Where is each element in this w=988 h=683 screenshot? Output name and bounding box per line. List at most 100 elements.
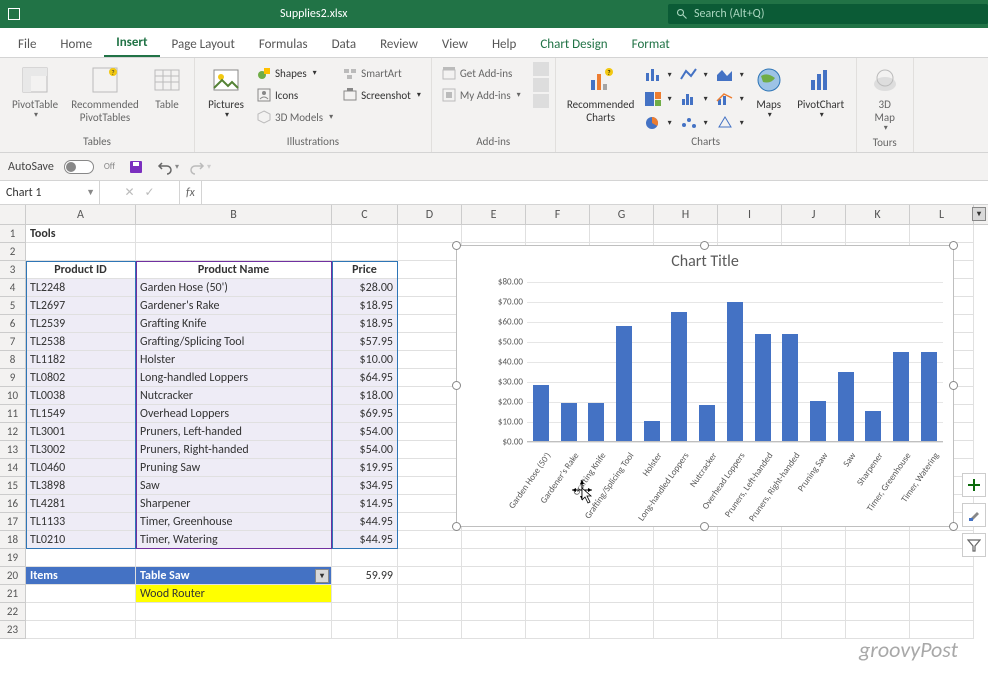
app-menu-icon[interactable] <box>8 8 20 20</box>
bar-12[interactable] <box>865 411 881 441</box>
tab-data[interactable]: Data <box>320 31 369 57</box>
cell-B6[interactable]: Grafting Knife <box>136 315 332 333</box>
row-header-13[interactable]: 13 <box>0 441 26 459</box>
column-header-C[interactable]: C <box>332 205 398 224</box>
column-header-E[interactable]: E <box>462 205 526 224</box>
cell-I22[interactable] <box>718 603 782 621</box>
row-header-12[interactable]: 12 <box>0 423 26 441</box>
cell-E19[interactable] <box>462 549 526 567</box>
cell-D21[interactable] <box>398 585 462 603</box>
stats-chart-button[interactable]: ▾ <box>678 88 710 110</box>
pictures-button[interactable]: Pictures▾ <box>201 62 251 123</box>
combo-chart-button[interactable]: ▾ <box>714 88 746 110</box>
cell-A19[interactable] <box>26 549 136 567</box>
cell-F19[interactable] <box>526 549 590 567</box>
row-header-11[interactable]: 11 <box>0 405 26 423</box>
cell-B9[interactable]: Long-handled Loppers <box>136 369 332 387</box>
worksheet-grid[interactable]: ABCDEFGHIJKL 1Tools23Product IDProduct N… <box>0 205 988 639</box>
column-chart-button[interactable]: ▾ <box>642 64 674 86</box>
chart-styles-button[interactable] <box>962 503 986 527</box>
cell-K1[interactable] <box>846 225 910 243</box>
3d-models-button[interactable]: 3D Models▾ <box>253 106 337 128</box>
cell-B17[interactable]: Timer, Greenhouse <box>136 513 332 531</box>
table-button[interactable]: Table <box>146 62 188 113</box>
cell-F1[interactable] <box>526 225 590 243</box>
cell-E22[interactable] <box>462 603 526 621</box>
cell-A14[interactable]: TL0460 <box>26 459 136 477</box>
cell-F21[interactable] <box>526 585 590 603</box>
cell-C12[interactable]: $54.00 <box>332 423 398 441</box>
cell-C1[interactable] <box>332 225 398 243</box>
cell-J20[interactable] <box>782 567 846 585</box>
cell-A15[interactable]: TL3898 <box>26 477 136 495</box>
cell-C9[interactable]: $64.95 <box>332 369 398 387</box>
radar-chart-button[interactable]: ▾ <box>714 112 746 134</box>
cell-D1[interactable] <box>398 225 462 243</box>
cell-C17[interactable]: $44.95 <box>332 513 398 531</box>
resize-handle-e[interactable] <box>949 381 958 390</box>
cell-D13[interactable] <box>398 441 462 459</box>
cell-C8[interactable]: $10.00 <box>332 351 398 369</box>
row-header-9[interactable]: 9 <box>0 369 26 387</box>
row-header-7[interactable]: 7 <box>0 333 26 351</box>
get-addins-button[interactable]: Get Add-ins <box>438 62 525 84</box>
line-chart-button[interactable]: ▾ <box>678 64 710 86</box>
resize-handle-n[interactable] <box>700 241 709 250</box>
bar-7[interactable] <box>727 302 743 441</box>
cell-A7[interactable]: TL2538 <box>26 333 136 351</box>
cell-A2[interactable] <box>26 243 136 261</box>
resize-handle-w[interactable] <box>452 381 461 390</box>
row-header-2[interactable]: 2 <box>0 243 26 261</box>
name-box[interactable]: Chart 1▼ <box>0 181 100 204</box>
column-header-A[interactable]: A <box>26 205 136 224</box>
cell-F18[interactable] <box>526 531 590 549</box>
cell-A18[interactable]: TL0210 <box>26 531 136 549</box>
cell-L20[interactable] <box>910 567 974 585</box>
cell-C5[interactable]: $18.95 <box>332 297 398 315</box>
cell-B7[interactable]: Grafting/Splicing Tool <box>136 333 332 351</box>
cell-G22[interactable] <box>590 603 654 621</box>
tab-formulas[interactable]: Formulas <box>247 31 320 57</box>
cancel-formula-icon[interactable]: ✕ <box>124 185 134 200</box>
redo-button[interactable]: ▾ <box>189 156 211 178</box>
cell-B22[interactable] <box>136 603 332 621</box>
cell-D18[interactable] <box>398 531 462 549</box>
cell-B21[interactable]: Wood Router <box>136 585 332 603</box>
column-header-K[interactable]: K <box>846 205 910 224</box>
bar-14[interactable] <box>921 352 937 441</box>
cell-A10[interactable]: TL0038 <box>26 387 136 405</box>
cell-F20[interactable] <box>526 567 590 585</box>
cell-C22[interactable] <box>332 603 398 621</box>
chart-title[interactable]: Chart Title <box>457 246 953 273</box>
column-header-D[interactable]: D <box>398 205 462 224</box>
cell-I21[interactable] <box>718 585 782 603</box>
cell-C23[interactable] <box>332 621 398 639</box>
resize-handle-s[interactable] <box>700 522 709 531</box>
row-header-23[interactable]: 23 <box>0 621 26 639</box>
cell-D5[interactable] <box>398 297 462 315</box>
row-header-17[interactable]: 17 <box>0 513 26 531</box>
cell-C7[interactable]: $57.95 <box>332 333 398 351</box>
tab-review[interactable]: Review <box>368 31 430 57</box>
cell-L1[interactable] <box>910 225 974 243</box>
cell-B15[interactable]: Saw <box>136 477 332 495</box>
cell-D7[interactable] <box>398 333 462 351</box>
cell-C14[interactable]: $19.95 <box>332 459 398 477</box>
cell-L21[interactable] <box>910 585 974 603</box>
people-graph-icon[interactable] <box>533 78 549 92</box>
cell-B18[interactable]: Timer, Watering <box>136 531 332 549</box>
area-chart-button[interactable]: ▾ <box>714 64 746 86</box>
cell-A13[interactable]: TL3002 <box>26 441 136 459</box>
cell-C4[interactable]: $28.00 <box>332 279 398 297</box>
formula-input[interactable] <box>202 181 988 204</box>
pie-chart-button[interactable]: ▾ <box>642 112 674 134</box>
bar-4[interactable] <box>644 421 660 441</box>
treemap-button[interactable]: ▾ <box>642 88 674 110</box>
cell-D4[interactable] <box>398 279 462 297</box>
column-header-I[interactable]: I <box>718 205 782 224</box>
cell-B8[interactable]: Holster <box>136 351 332 369</box>
row-header-21[interactable]: 21 <box>0 585 26 603</box>
tab-home[interactable]: Home <box>48 31 104 57</box>
cell-C18[interactable]: $44.95 <box>332 531 398 549</box>
cell-G19[interactable] <box>590 549 654 567</box>
